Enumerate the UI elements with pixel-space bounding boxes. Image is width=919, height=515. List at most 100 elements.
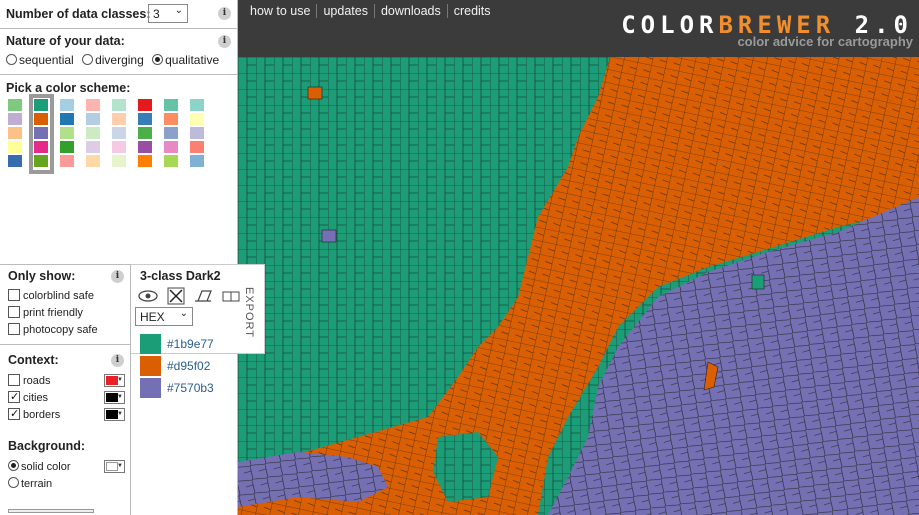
nature-option-diverging[interactable]: diverging: [82, 53, 144, 67]
color-scheme-7[interactable]: [164, 99, 179, 169]
color-hex[interactable]: #7570b3: [167, 381, 214, 395]
color-scheme-4[interactable]: [86, 99, 101, 169]
chevron-down-icon: ⌄: [179, 308, 188, 319]
nav-menu: how to use updates downloads credits: [244, 4, 497, 18]
scheme-swatch: [164, 99, 178, 111]
copy-icon[interactable]: [221, 289, 241, 303]
choropleth-map[interactable]: [238, 57, 919, 515]
color-scheme-2[interactable]: [29, 94, 54, 174]
left-panel: Number of data classes: 3 ⌄ i Nature of y…: [0, 0, 238, 515]
nature-option-label: qualitative: [165, 53, 220, 67]
brand-logo: COLORBREWER 2.0 color advice for cartogr…: [621, 12, 913, 49]
checkbox-icon: [8, 323, 20, 335]
scheme-swatch: [164, 127, 178, 139]
info-icon[interactable]: i: [218, 7, 231, 20]
format-select[interactable]: HEX ⌄: [135, 307, 193, 326]
only-show-option: colorblind safe: [23, 290, 94, 302]
scheme-swatch: [112, 127, 126, 139]
cities-color-picker[interactable]: ▼: [104, 391, 125, 404]
scheme-swatch: [190, 99, 204, 111]
context-roads[interactable]: roads: [8, 374, 51, 387]
nav-downloads[interactable]: downloads: [373, 4, 447, 18]
scheme-swatch: [190, 155, 204, 167]
crossed-eye-icon[interactable]: [167, 287, 185, 305]
scheme-swatch: [8, 113, 22, 125]
color-scheme-3[interactable]: [60, 99, 75, 169]
scheme-swatch: [138, 99, 152, 111]
classes-value: 3: [153, 7, 160, 21]
borders-color-picker[interactable]: ▼: [104, 408, 125, 421]
nature-option-sequential[interactable]: sequential: [6, 53, 74, 67]
color-scheme-6[interactable]: [138, 99, 153, 169]
color-item-2[interactable]: #d95f02: [140, 356, 210, 376]
scheme-swatch: [164, 155, 178, 167]
scheme-swatch: [138, 113, 152, 125]
export-tab[interactable]: EXPORT: [243, 287, 255, 338]
nature-option-qualitative[interactable]: qualitative: [152, 53, 219, 67]
print-icon[interactable]: [193, 289, 213, 303]
context-cities[interactable]: cities: [8, 391, 48, 404]
only-show-option: photocopy safe: [23, 324, 98, 336]
color-scheme-8[interactable]: [190, 99, 205, 169]
color-scheme-5[interactable]: [112, 99, 127, 169]
scheme-swatch: [34, 141, 48, 153]
color-item-1[interactable]: #1b9e77: [140, 334, 214, 354]
format-value: HEX: [140, 310, 165, 324]
background-label: Background:: [8, 439, 86, 453]
chevron-down-icon: ⌄: [174, 5, 183, 16]
scheme-swatch: [190, 141, 204, 153]
triangle-down-icon: ▼: [117, 411, 123, 417]
background-color-picker[interactable]: ▼: [104, 460, 125, 473]
eye-icon[interactable]: [137, 289, 159, 303]
radio-icon: [6, 54, 17, 65]
scheme-swatch: [60, 113, 74, 125]
triangle-down-icon: ▼: [117, 394, 123, 400]
info-icon[interactable]: i: [218, 35, 231, 48]
scheme-swatch: [34, 113, 48, 125]
scheme-swatch: [138, 127, 152, 139]
nature-option-label: diverging: [95, 53, 144, 67]
background-terrain[interactable]: terrain: [8, 477, 52, 490]
scheme-swatch: [86, 99, 100, 111]
background-option: terrain: [21, 478, 53, 490]
nav-how-to-use[interactable]: how to use: [244, 4, 316, 18]
top-header: how to use updates downloads credits COL…: [238, 0, 919, 57]
info-icon[interactable]: i: [111, 270, 124, 283]
scheme-swatch: [8, 127, 22, 139]
only-show-option: print friendly: [23, 307, 83, 319]
scheme-swatch: [60, 99, 74, 111]
scheme-swatch: [86, 113, 100, 125]
info-icon[interactable]: i: [111, 354, 124, 367]
checkbox-icon: [8, 374, 20, 386]
context-borders[interactable]: borders: [8, 408, 60, 421]
color-hex[interactable]: #d95f02: [167, 359, 210, 373]
only-show-photocopy[interactable]: photocopy safe: [8, 323, 98, 336]
checkbox-icon: [8, 306, 20, 318]
scheme-swatch: [164, 141, 178, 153]
scheme-swatch: [190, 127, 204, 139]
color-item-3[interactable]: #7570b3: [140, 378, 214, 398]
only-show-print[interactable]: print friendly: [8, 306, 83, 319]
triangle-down-icon: ▼: [117, 463, 123, 469]
color-scheme-1[interactable]: [8, 99, 23, 169]
scheme-swatch: [138, 155, 152, 167]
scheme-swatch: [8, 155, 22, 167]
nav-updates[interactable]: updates: [316, 4, 373, 18]
nav-credits[interactable]: credits: [446, 4, 497, 18]
scheme-swatch: [34, 155, 48, 167]
options-panel: Only show: i colorblind safe print frien…: [0, 264, 131, 515]
only-show-label: Only show:: [8, 269, 76, 283]
nature-option-label: sequential: [19, 53, 74, 67]
scheme-swatch: [112, 99, 126, 111]
background-solid[interactable]: solid color: [8, 460, 71, 473]
classes-select[interactable]: 3 ⌄: [148, 4, 188, 23]
roads-color-picker[interactable]: ▼: [104, 374, 125, 387]
opacity-slider[interactable]: [8, 509, 94, 513]
color-hex[interactable]: #1b9e77: [167, 337, 214, 351]
only-show-colorblind[interactable]: colorblind safe: [8, 289, 94, 302]
export-toolbar: [137, 287, 241, 305]
color-swatch: [140, 356, 161, 376]
radio-selected-icon: [152, 54, 164, 65]
scheme-swatch: [34, 99, 48, 111]
scheme-swatch: [112, 113, 126, 125]
